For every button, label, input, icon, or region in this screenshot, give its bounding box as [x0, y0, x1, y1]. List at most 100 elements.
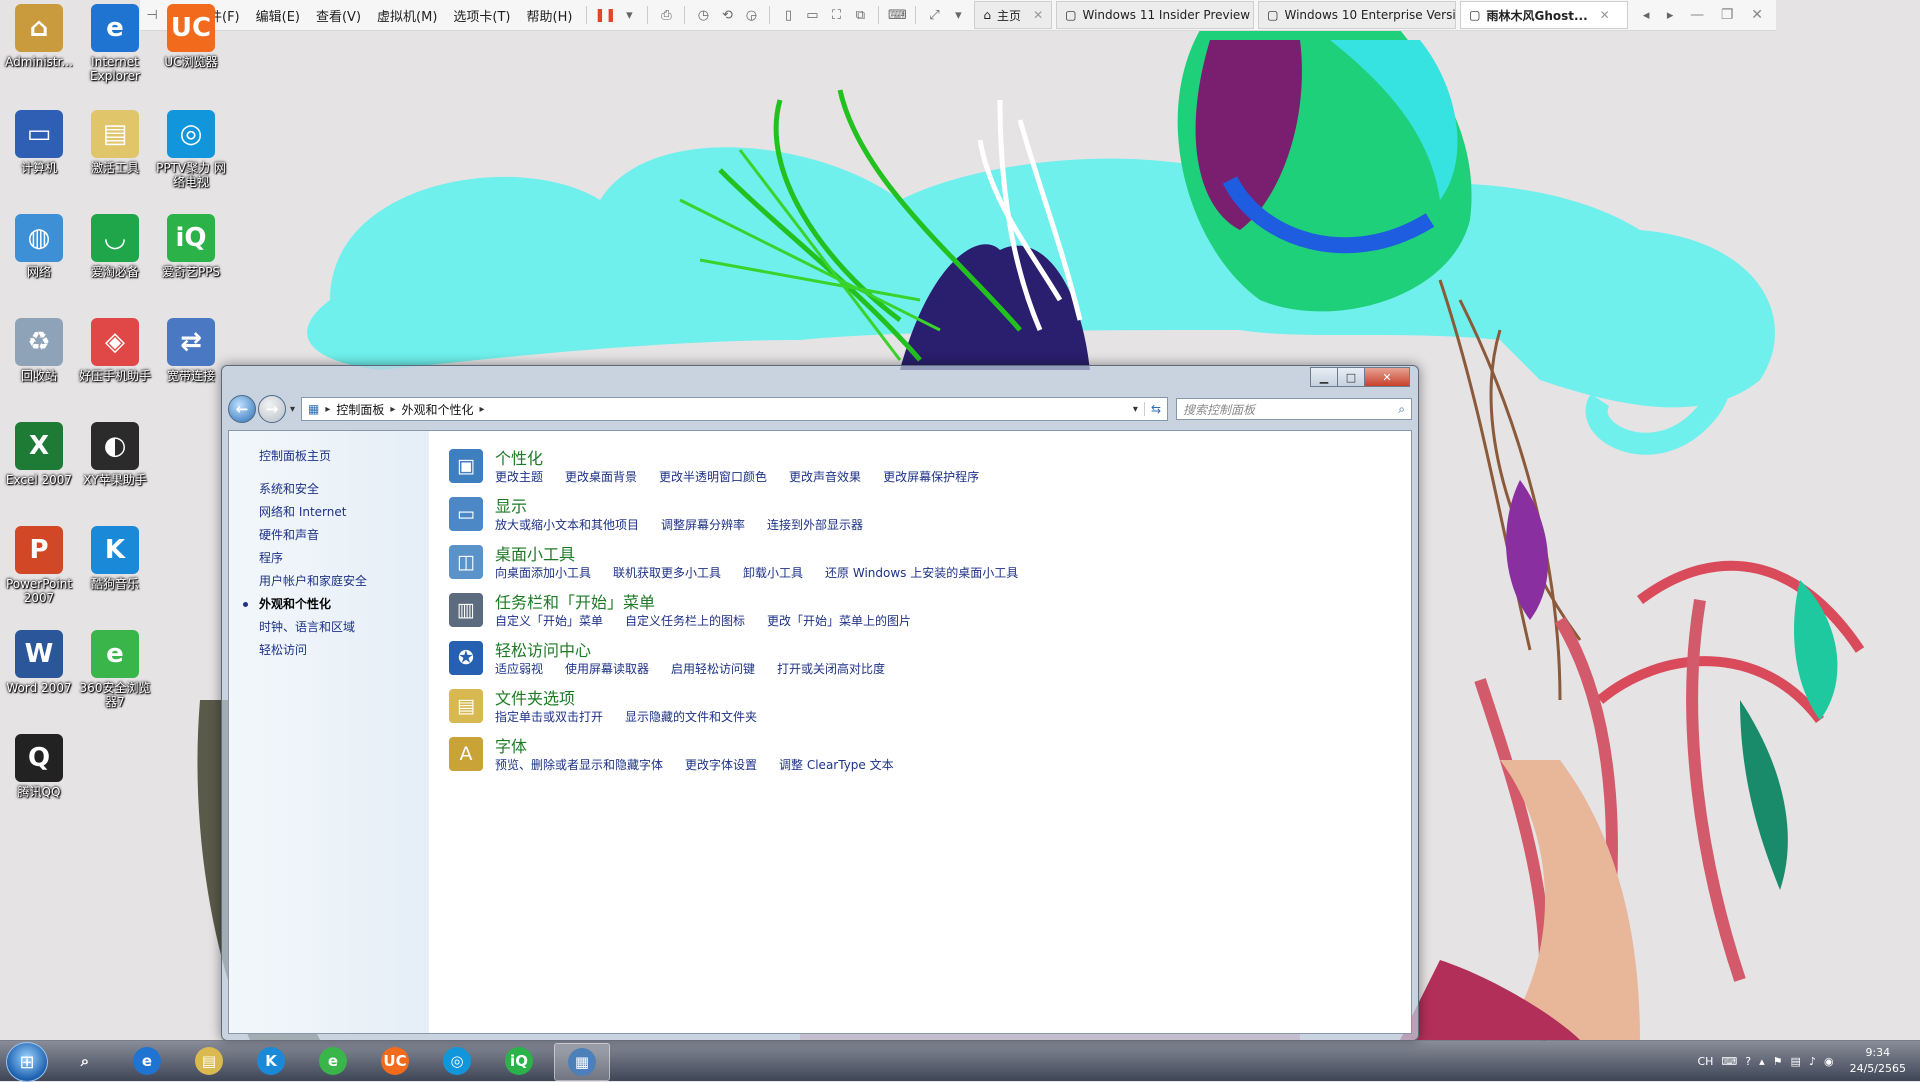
- taskbar-button[interactable]: ▦: [554, 1043, 610, 1081]
- category-link[interactable]: 调整 ClearType 文本: [779, 758, 894, 772]
- desktop-icon[interactable]: ◐ XY苹果助手: [76, 422, 154, 487]
- desktop-icon[interactable]: ▭ 计算机: [0, 110, 78, 175]
- taskbar-button[interactable]: ◎: [430, 1043, 484, 1079]
- search-input[interactable]: 搜索控制面板 ⌕: [1176, 398, 1412, 420]
- start-button[interactable]: ⊞: [6, 1042, 48, 1082]
- category-link[interactable]: 指定单击或双击打开: [495, 710, 603, 724]
- revert-snapshot-icon[interactable]: ⟲: [715, 4, 739, 26]
- language-indicator[interactable]: CH: [1697, 1055, 1713, 1068]
- fullscreen-icon[interactable]: ⛶: [824, 4, 848, 26]
- network-icon[interactable]: ▤: [1791, 1055, 1801, 1068]
- taskbar-button[interactable]: ⌕: [58, 1043, 112, 1079]
- category-link[interactable]: 卸载小工具: [743, 566, 803, 580]
- category-link[interactable]: 自定义任务栏上的图标: [625, 614, 745, 628]
- desktop-icon[interactable]: ♻ 回收站: [0, 318, 78, 383]
- search-icon[interactable]: ⌕: [1398, 402, 1405, 417]
- breadcrumb-appearance[interactable]: 外观和个性化: [395, 401, 479, 418]
- left-nav-item[interactable]: 程序: [229, 547, 429, 570]
- category-link[interactable]: 更改字体设置: [685, 758, 757, 772]
- fonts-icon[interactable]: A: [449, 737, 483, 771]
- display-icon[interactable]: ▭: [449, 497, 483, 531]
- chevron-down-icon[interactable]: ▾: [1127, 404, 1144, 415]
- close-icon[interactable]: ✕: [1742, 2, 1772, 28]
- chevron-down-icon[interactable]: ▾: [946, 4, 970, 26]
- tab-scroll-left-icon[interactable]: ◂: [1634, 4, 1658, 26]
- vm-tab-ghost[interactable]: ▢ 雨林木风Ghost... ✕: [1460, 1, 1629, 29]
- left-nav-item[interactable]: 网络和 Internet: [229, 501, 429, 524]
- left-nav-item[interactable]: 系统和安全: [229, 478, 429, 501]
- desktop-icon[interactable]: P PowerPoint 2007: [0, 526, 78, 605]
- snapshot-manager-icon[interactable]: ◶: [739, 4, 763, 26]
- category-title[interactable]: 桌面小工具: [495, 545, 1040, 565]
- close-icon[interactable]: ✕: [1600, 8, 1610, 22]
- desktop-icon[interactable]: ⌂ Administr...: [0, 4, 78, 69]
- category-link[interactable]: 更改屏幕保护程序: [883, 470, 979, 484]
- menu-tabs[interactable]: 选项卡(T): [445, 6, 518, 25]
- category-title[interactable]: 轻松访问中心: [495, 641, 907, 661]
- category-link[interactable]: 更改桌面背景: [565, 470, 637, 484]
- pause-icon[interactable]: ❚❚: [593, 4, 617, 26]
- desktop-icon[interactable]: W Word 2007: [0, 630, 78, 695]
- desktop-icon[interactable]: ◎ PPTV聚力 网络电视: [152, 110, 230, 189]
- taskbar-button[interactable]: UC: [368, 1043, 422, 1079]
- desktop-icon[interactable]: K 酷狗音乐: [76, 526, 154, 591]
- gadgets-icon[interactable]: ◫: [449, 545, 483, 579]
- send-keys-icon[interactable]: ⎙: [654, 4, 678, 26]
- taskbar-icon[interactable]: ▥: [449, 593, 483, 627]
- vm-tab-home[interactable]: ⌂ 主页 ✕: [974, 1, 1053, 29]
- security-icon[interactable]: ◉: [1824, 1055, 1834, 1068]
- thumbnail-icon[interactable]: ▭: [800, 4, 824, 26]
- tab-scroll-right-icon[interactable]: ▸: [1658, 4, 1682, 26]
- menu-help[interactable]: 帮助(H): [519, 6, 581, 25]
- desktop-icon[interactable]: ▤ 激活工具: [76, 110, 154, 175]
- vm-tab-win11[interactable]: ▢Windows 11 Insider Preview ...✕: [1056, 1, 1255, 29]
- back-button[interactable]: ←: [228, 395, 256, 423]
- category-title[interactable]: 显示: [495, 497, 885, 517]
- taskbar-button[interactable]: e: [306, 1043, 360, 1079]
- keyboard-icon[interactable]: ⌨: [1721, 1055, 1737, 1068]
- personalization-icon[interactable]: ▣: [449, 449, 483, 483]
- desktop-icon[interactable]: e Internet Explorer: [76, 4, 154, 83]
- menu-edit[interactable]: 编辑(E): [248, 6, 308, 25]
- console-icon[interactable]: ⌨: [885, 4, 909, 26]
- vm-tab-win10[interactable]: ▢Windows 10 Enterprise Versio...✕: [1258, 1, 1457, 29]
- menu-vm[interactable]: 虚拟机(M): [369, 6, 445, 25]
- address-bar[interactable]: ▦ ▸ 控制面板 ▸ 外观和个性化 ▸ ▾ ⇆: [301, 397, 1168, 421]
- taskbar-button[interactable]: iQ: [492, 1043, 546, 1079]
- category-link[interactable]: 打开或关闭高对比度: [777, 662, 885, 676]
- category-link[interactable]: 联机获取更多小工具: [613, 566, 721, 580]
- category-link[interactable]: 更改声音效果: [789, 470, 861, 484]
- category-link[interactable]: 向桌面添加小工具: [495, 566, 591, 580]
- desktop-icon[interactable]: ◍ 网络: [0, 214, 78, 279]
- category-link[interactable]: 更改半透明窗口颜色: [659, 470, 767, 484]
- forward-button[interactable]: →: [258, 395, 286, 423]
- category-link[interactable]: 调整屏幕分辨率: [661, 518, 745, 532]
- left-nav-item[interactable]: 时钟、语言和区域: [229, 616, 429, 639]
- chevron-down-icon[interactable]: ▾: [617, 4, 641, 26]
- category-title[interactable]: 字体: [495, 737, 916, 757]
- desktop-icon[interactable]: ◈ 好压手机助手: [76, 318, 154, 383]
- breadcrumb-control-panel[interactable]: 控制面板: [330, 401, 390, 418]
- category-link[interactable]: 连接到外部显示器: [767, 518, 863, 532]
- category-link[interactable]: 还原 Windows 上安装的桌面小工具: [825, 566, 1018, 580]
- desktop-icon[interactable]: ⇄ 宽带连接: [152, 318, 230, 383]
- desktop-icon[interactable]: e 360安全浏览器7: [76, 630, 154, 709]
- close-icon[interactable]: ✕: [1033, 8, 1043, 22]
- left-nav-item[interactable]: 硬件和声音: [229, 524, 429, 547]
- category-link[interactable]: 放大或缩小文本和其他项目: [495, 518, 639, 532]
- close-icon[interactable]: ✕: [1364, 367, 1410, 387]
- taskbar-button[interactable]: e: [120, 1043, 174, 1079]
- snapshot-icon[interactable]: ◷: [691, 4, 715, 26]
- taskbar-button[interactable]: K: [244, 1043, 298, 1079]
- volume-icon[interactable]: ♪: [1809, 1055, 1816, 1068]
- refresh-icon[interactable]: ⇆: [1143, 402, 1167, 416]
- help-icon[interactable]: ?: [1745, 1055, 1751, 1068]
- category-link[interactable]: 使用屏幕读取器: [565, 662, 649, 676]
- clock[interactable]: 9:34 24/5/2565: [1850, 1045, 1906, 1077]
- unity-icon[interactable]: ⧉: [848, 4, 872, 26]
- category-link[interactable]: 预览、删除或者显示和隐藏字体: [495, 758, 663, 772]
- category-link[interactable]: 适应弱视: [495, 662, 543, 676]
- left-nav-item[interactable]: 轻松访问: [229, 639, 429, 662]
- control-panel-window[interactable]: ▁ □ ✕ ← → ▾ ▦ ▸ 控制面板 ▸ 外观和个性化 ▸ ▾ ⇆ 搜索控制…: [221, 365, 1419, 1041]
- chevron-right-icon[interactable]: ▸: [479, 404, 484, 415]
